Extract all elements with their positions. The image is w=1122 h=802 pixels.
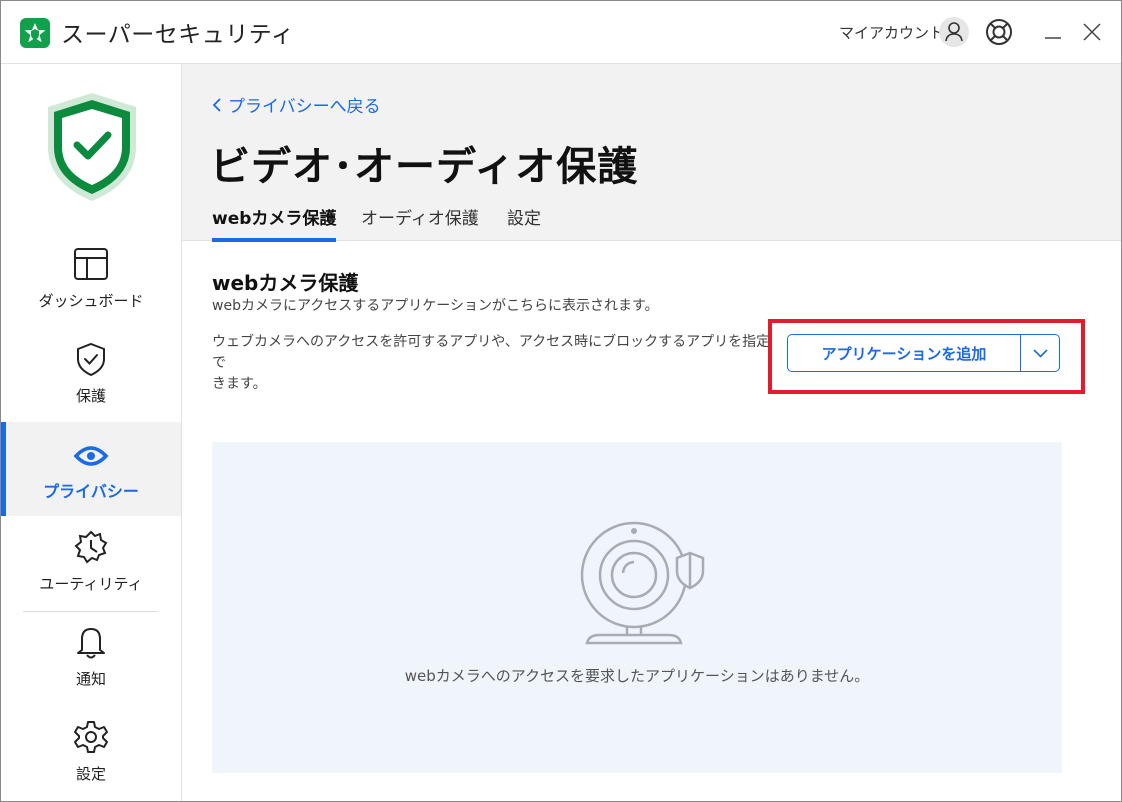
tab-label: オーディオ保護 bbox=[361, 209, 479, 229]
bell-icon bbox=[73, 624, 109, 660]
empty-state-panel: webカメラへのアクセスを要求したアプリケーションはありません。 bbox=[212, 442, 1062, 773]
empty-state-message: webカメラへのアクセスを要求したアプリケーションはありません。 bbox=[404, 667, 870, 685]
lifebuoy-help-icon[interactable] bbox=[984, 17, 1014, 47]
app-window: スーパーセキュリティ マイアカウント ダッシュボード 保護 プライバシー ユーテ… bbox=[0, 0, 1122, 802]
chevron-down-icon bbox=[1033, 349, 1048, 358]
close-icon[interactable] bbox=[1079, 19, 1105, 45]
sidebar: ダッシュボード 保護 プライバシー ユーティリティ 通知 設定 bbox=[1, 64, 182, 801]
sidebar-item-utility[interactable]: ユーティリティ bbox=[1, 517, 181, 611]
description-line: ウェブカメラへのアクセスを許可するアプリや、アクセス時にブロックするアプリを指定… bbox=[212, 334, 771, 371]
page-title: ビデオ･オーディオ保護 bbox=[210, 144, 639, 190]
shield-check-icon bbox=[44, 91, 140, 203]
sidebar-item-label: ユーティリティ bbox=[39, 575, 143, 593]
sidebar-item-label: 通知 bbox=[75, 670, 106, 688]
add-application-dropdown-button[interactable] bbox=[1021, 335, 1060, 371]
description-line: きます。 bbox=[212, 376, 267, 392]
gear-icon bbox=[73, 719, 109, 755]
back-link-label: プライバシーへ戻る bbox=[228, 97, 381, 117]
content-header: プライバシーへ戻る ビデオ･オーディオ保護 webカメラ保護 オーディオ保護 設… bbox=[182, 64, 1121, 242]
section-description: ウェブカメラへのアクセスを許可するアプリや、アクセス時にブロックするアプリを指定… bbox=[212, 332, 772, 395]
sidebar-item-label: 保護 bbox=[75, 387, 106, 405]
eye-icon bbox=[73, 434, 109, 470]
title-bar: スーパーセキュリティ マイアカウント bbox=[1, 1, 1121, 64]
tab-webcam-protection[interactable]: webカメラ保護 bbox=[212, 204, 337, 242]
dashboard-icon bbox=[73, 246, 109, 282]
tab-label: 設定 bbox=[507, 209, 541, 229]
section-title: webカメラ保護 bbox=[212, 271, 359, 295]
section-subtitle: webカメラにアクセスするアプリケーションがこちらに表示されます。 bbox=[212, 298, 659, 314]
minimize-icon[interactable] bbox=[1041, 19, 1065, 45]
tab-settings[interactable]: 設定 bbox=[507, 204, 541, 240]
sidebar-item-settings[interactable]: 設定 bbox=[1, 707, 181, 801]
chevron-left-icon bbox=[212, 97, 222, 117]
active-tab-underline bbox=[212, 238, 337, 242]
sidebar-item-privacy[interactable]: プライバシー bbox=[1, 422, 181, 516]
star-shield-icon bbox=[20, 18, 50, 48]
back-to-privacy-link[interactable]: プライバシーへ戻る bbox=[212, 92, 381, 117]
my-account-link[interactable]: マイアカウント bbox=[839, 22, 944, 43]
user-icon[interactable] bbox=[939, 17, 969, 47]
add-application-button[interactable]: アプリケーションを追加 bbox=[788, 335, 1020, 373]
sidebar-item-dashboard[interactable]: ダッシュボード bbox=[1, 234, 181, 328]
sidebar-item-label: ダッシュボード bbox=[38, 292, 144, 310]
tab-label: webカメラ保護 bbox=[212, 209, 337, 229]
tab-audio-protection[interactable]: オーディオ保護 bbox=[361, 204, 479, 240]
webcam-shield-icon bbox=[579, 517, 709, 647]
shield-icon bbox=[73, 341, 109, 377]
sidebar-item-label: プライバシー bbox=[43, 482, 139, 501]
utility-icon bbox=[73, 529, 109, 565]
add-application-split-button: アプリケーションを追加 bbox=[787, 334, 1060, 372]
app-title: スーパーセキュリティ bbox=[61, 22, 295, 48]
sidebar-item-label: 設定 bbox=[75, 765, 106, 783]
sidebar-item-notifications[interactable]: 通知 bbox=[1, 612, 181, 706]
sidebar-item-protection[interactable]: 保護 bbox=[1, 329, 181, 423]
